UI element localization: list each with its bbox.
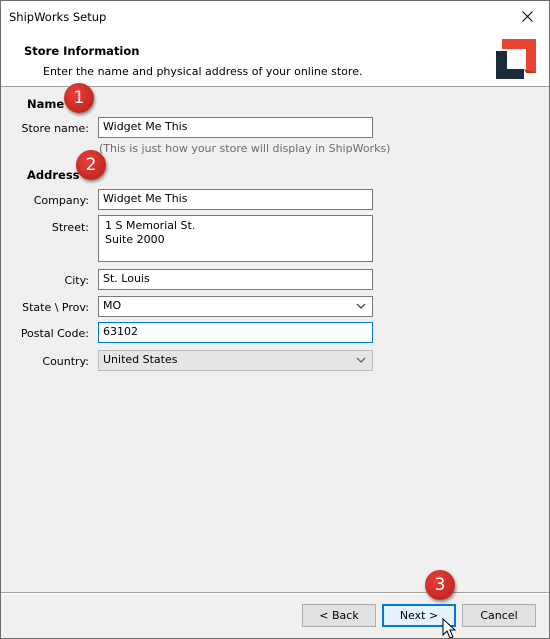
name-section-heading: Name	[27, 97, 65, 111]
mouse-pointer-icon	[442, 618, 457, 638]
company-input[interactable]: Widget Me This	[98, 189, 373, 210]
country-label: Country:	[42, 355, 89, 368]
address-section-heading: Address	[27, 168, 80, 182]
country-select-value: United States	[103, 353, 178, 366]
cancel-button[interactable]: Cancel	[462, 604, 536, 627]
footer-divider	[1, 592, 549, 594]
page-title: Store Information	[24, 44, 140, 58]
close-icon	[521, 11, 533, 22]
step-badge-2: 2	[76, 150, 106, 180]
shipworks-logo	[494, 37, 538, 81]
country-select[interactable]: United States	[98, 350, 373, 371]
step-badge-1: 1	[64, 83, 94, 113]
city-label: City:	[64, 274, 89, 287]
wizard-header: Store Information Enter the name and phy…	[1, 32, 549, 87]
street-input[interactable]: 1 S Memorial St. Suite 2000	[98, 215, 373, 262]
step-badge-3: 3	[425, 570, 455, 600]
city-input[interactable]: St. Louis	[98, 269, 373, 290]
chevron-down-icon	[356, 303, 366, 309]
window-title: ShipWorks Setup	[9, 10, 107, 24]
chevron-down-icon	[356, 357, 366, 363]
setup-window: ShipWorks Setup Store Information Enter …	[0, 0, 550, 639]
postal-code-input[interactable]: 63102	[98, 322, 373, 343]
page-subtitle: Enter the name and physical address of y…	[43, 65, 363, 78]
title-bar: ShipWorks Setup	[1, 1, 549, 32]
store-name-label: Store name:	[21, 122, 89, 135]
company-label: Company:	[33, 194, 89, 207]
back-button[interactable]: < Back	[302, 604, 376, 627]
close-button[interactable]	[505, 1, 549, 32]
street-label: Street:	[51, 221, 89, 234]
state-select-value: MO	[103, 299, 122, 312]
postal-code-label: Postal Code:	[20, 327, 89, 340]
store-name-input[interactable]: Widget Me This	[98, 117, 373, 138]
store-name-hint: (This is just how your store will displa…	[99, 142, 391, 155]
state-label: State \ Prov:	[22, 301, 89, 314]
state-select[interactable]: MO	[98, 296, 373, 317]
